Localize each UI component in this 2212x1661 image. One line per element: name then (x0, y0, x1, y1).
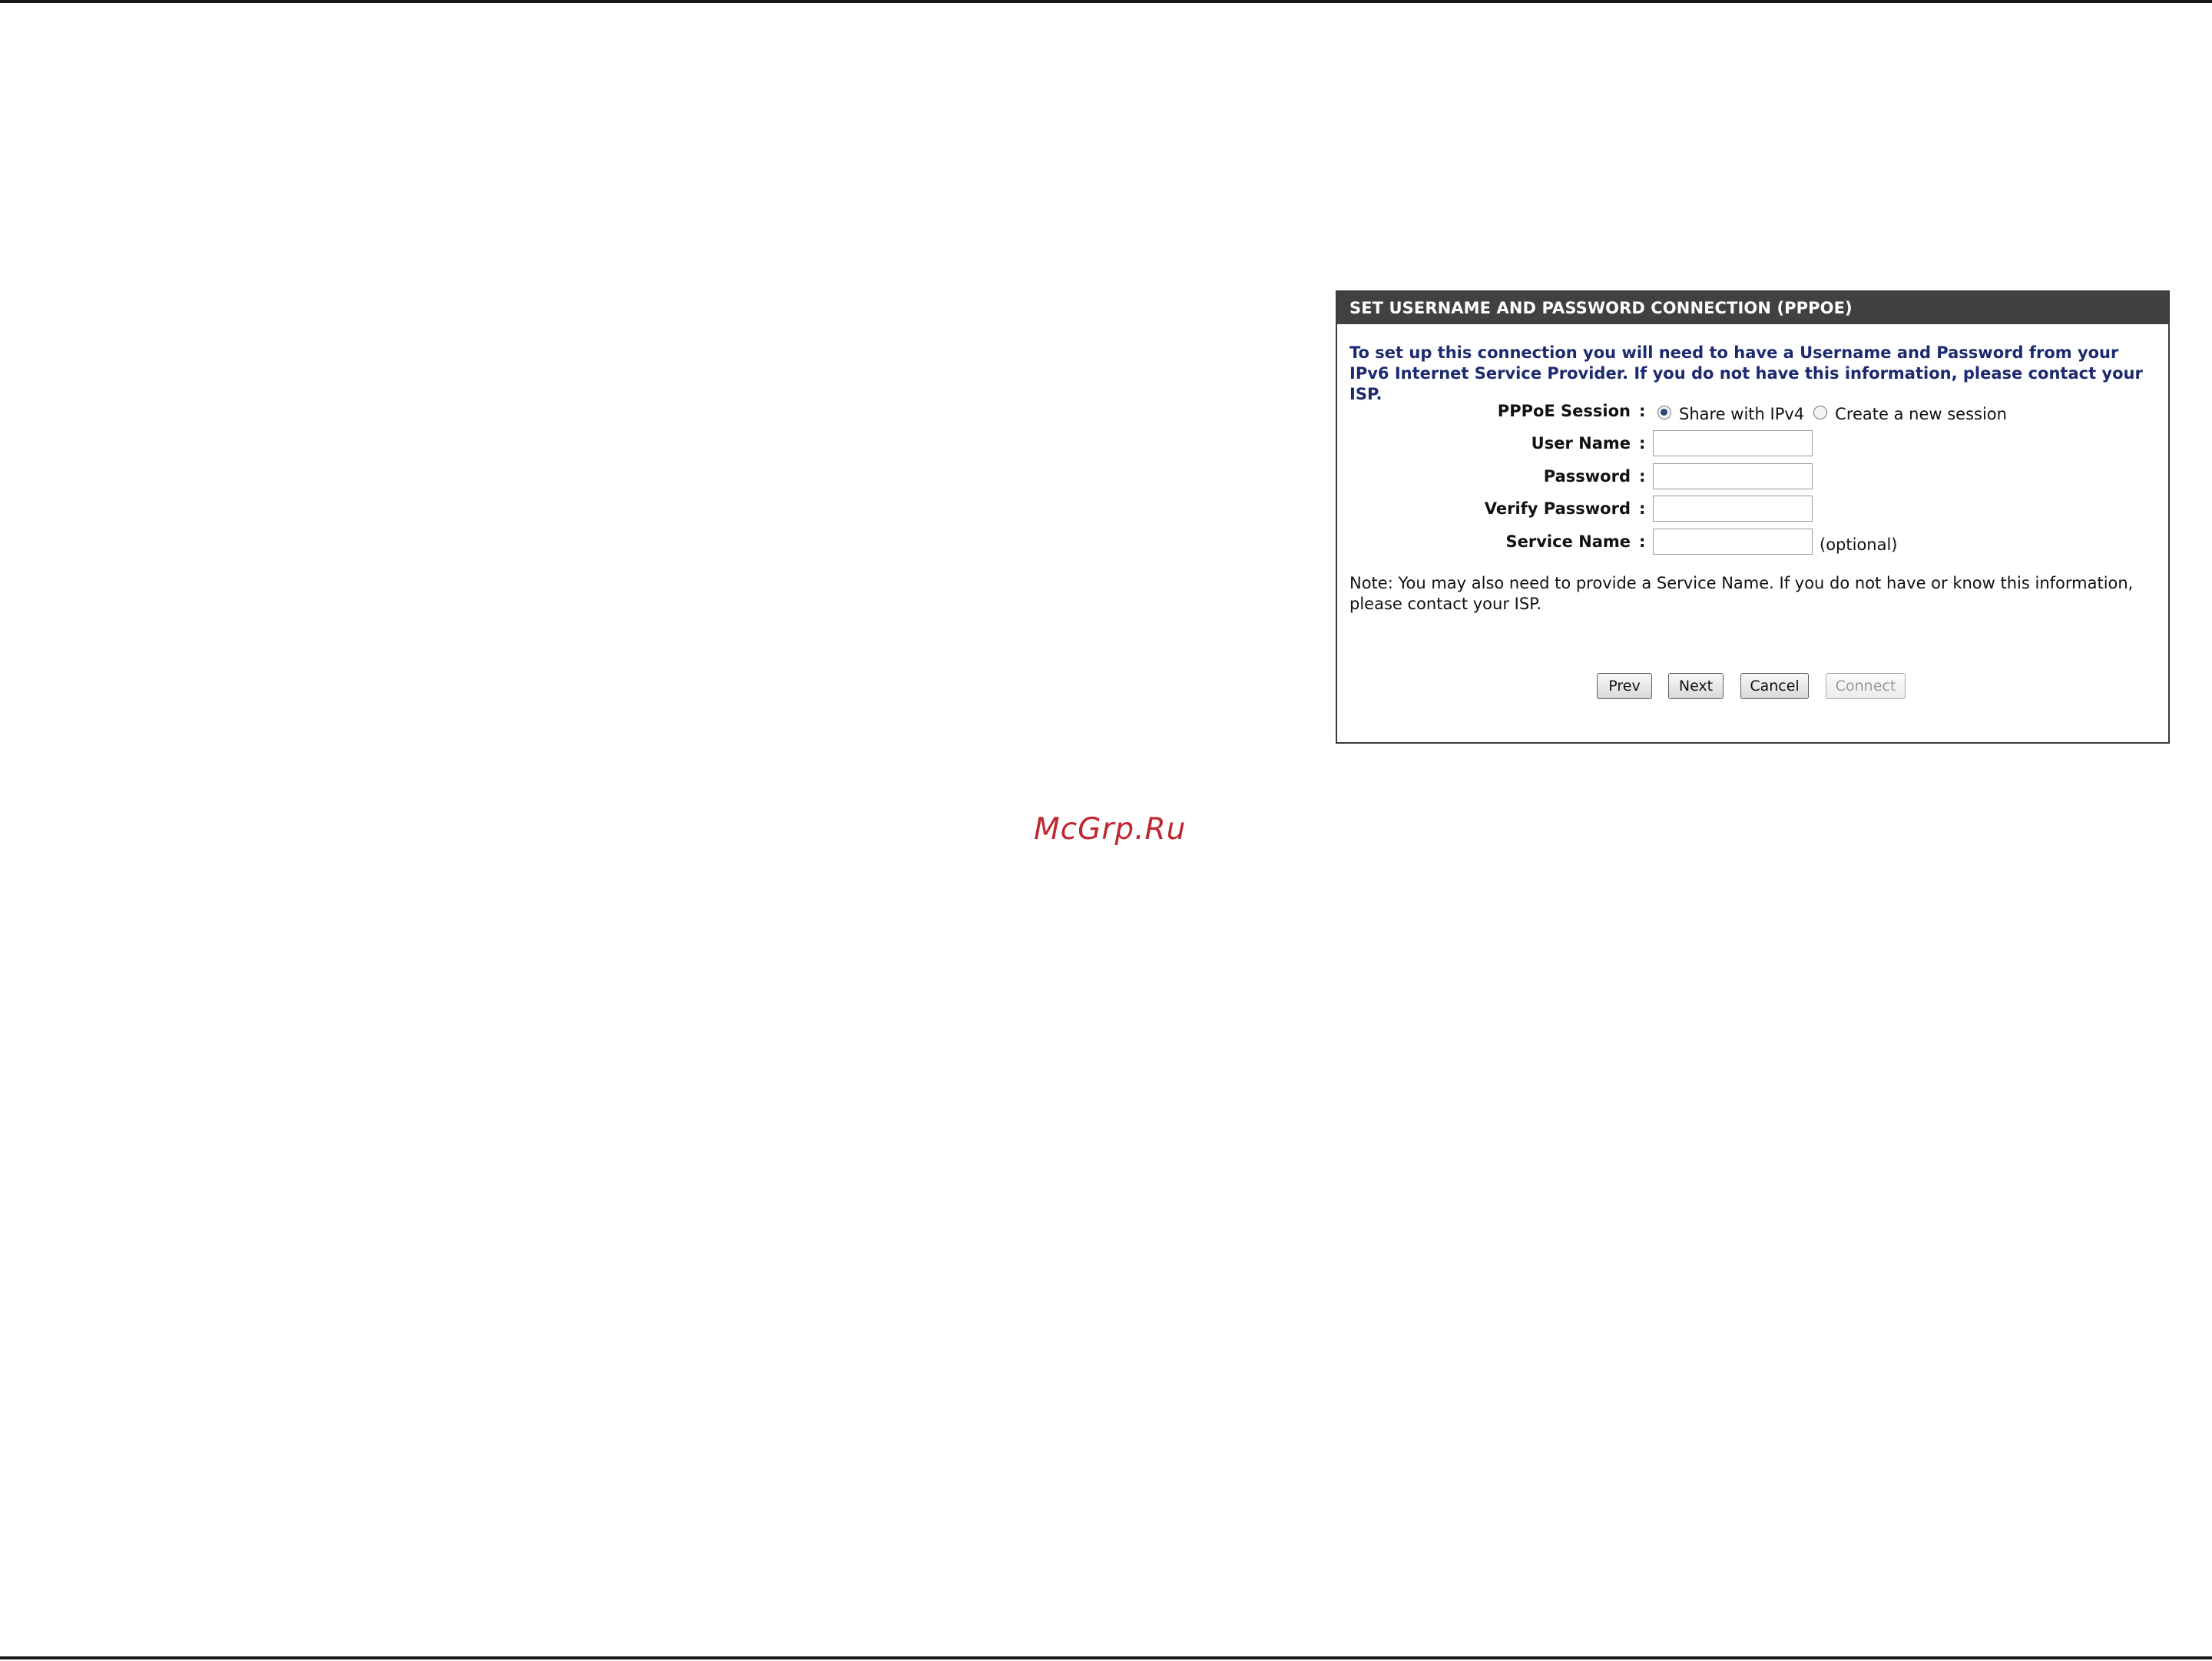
colon: : (1639, 499, 1646, 518)
verify-password-input[interactable] (1653, 496, 1813, 522)
create-new-session-radio[interactable] (1813, 406, 1828, 419)
top-rule (0, 0, 2212, 3)
pppoe-session-radio-group: Share with IPv4 Create a new session (1657, 396, 2016, 426)
pppoe-form: PPPoE Session : Share with IPv4 Create a… (1336, 290, 2170, 744)
colon: : (1639, 532, 1646, 551)
next-button[interactable]: Next (1668, 673, 1724, 699)
user-name-label: User Name (1531, 434, 1631, 453)
service-name-note: Note: You may also need to provide a Ser… (1349, 574, 2134, 613)
row-pppoe-session: PPPoE Session : Share with IPv4 Create a… (1337, 396, 2171, 426)
colon: : (1639, 434, 1646, 453)
row-service-name: Service Name : (optional) (1337, 527, 2171, 556)
user-name-input[interactable] (1653, 430, 1813, 456)
share-with-ipv4-radio[interactable] (1657, 406, 1671, 419)
create-new-session-label[interactable]: Create a new session (1835, 400, 2007, 429)
colon: : (1639, 467, 1646, 486)
prev-button[interactable]: Prev (1597, 673, 1652, 699)
service-name-optional-hint: (optional) (1820, 535, 1898, 554)
service-name-label: Service Name (1505, 532, 1631, 551)
service-name-input[interactable] (1653, 529, 1813, 555)
row-user-name: User Name : (1337, 429, 2171, 458)
bottom-rule (0, 1656, 2212, 1659)
row-verify-password: Verify Password : (1337, 494, 2171, 523)
verify-password-label: Verify Password (1484, 499, 1631, 518)
pppoe-session-label: PPPoE Session (1497, 402, 1631, 420)
row-password: Password : (1337, 462, 2171, 491)
colon: : (1639, 402, 1646, 420)
password-label: Password (1543, 467, 1631, 486)
watermark-text: McGrp.Ru (1034, 812, 1187, 847)
share-with-ipv4-label[interactable]: Share with IPv4 (1679, 400, 1804, 429)
connect-button[interactable]: Connect (1826, 673, 1906, 699)
password-input[interactable] (1653, 463, 1813, 489)
cancel-button[interactable]: Cancel (1740, 673, 1809, 699)
